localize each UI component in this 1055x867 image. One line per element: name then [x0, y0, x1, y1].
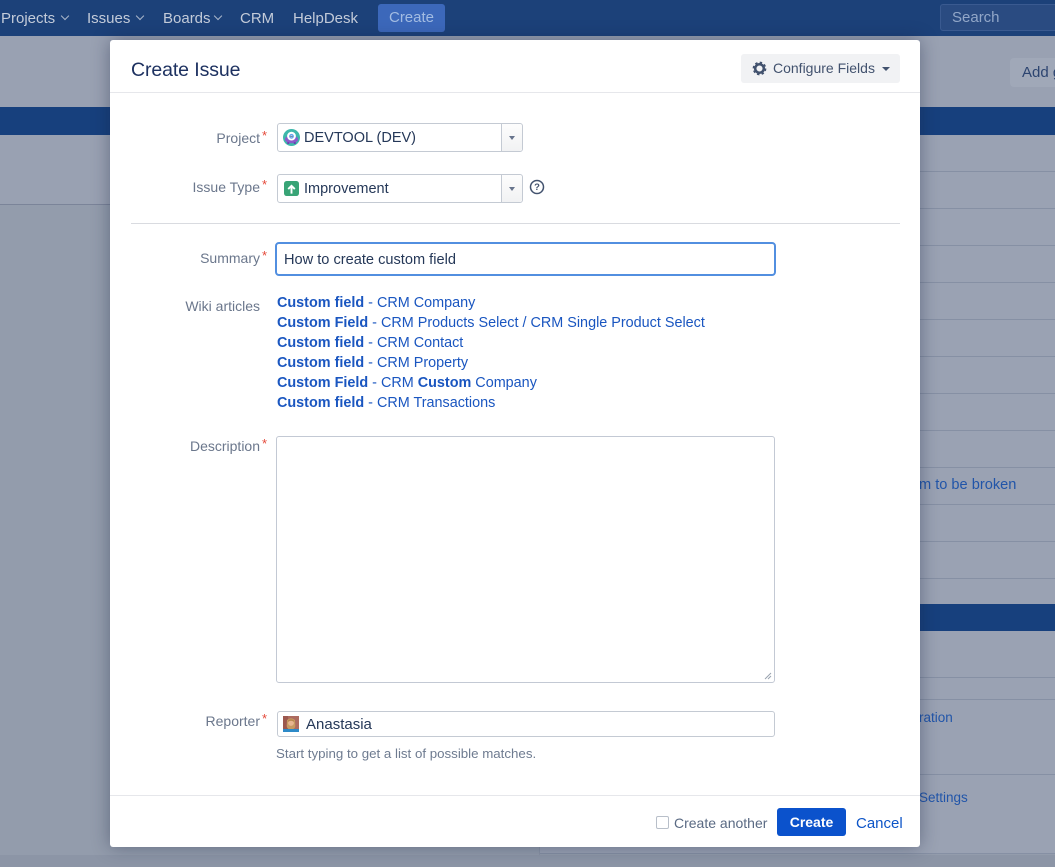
- svg-text:?: ?: [534, 182, 540, 193]
